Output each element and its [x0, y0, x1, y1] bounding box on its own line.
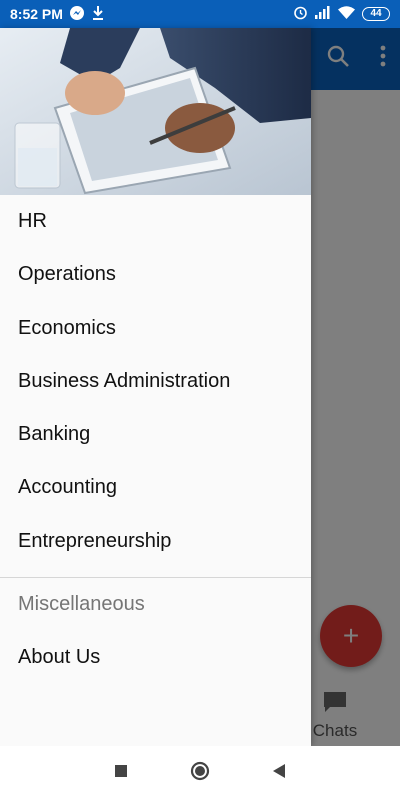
- wifi-icon: [338, 6, 355, 22]
- messenger-icon: [69, 5, 85, 24]
- status-left: 8:52 PM: [10, 5, 105, 24]
- drawer-menu: HR Operations Economics Business Adminis…: [0, 195, 311, 568]
- menu-item-hr[interactable]: HR: [0, 195, 311, 248]
- business-tablet-image: [0, 28, 311, 195]
- menu-item-operations[interactable]: Operations: [0, 248, 311, 301]
- menu-item-business-administration[interactable]: Business Administration: [0, 355, 311, 408]
- menu-item-economics[interactable]: Economics: [0, 302, 311, 355]
- back-triangle-icon[interactable]: [272, 763, 286, 784]
- system-nav-bar: [0, 746, 400, 800]
- alarm-icon: [293, 5, 308, 23]
- menu-item-accounting[interactable]: Accounting: [0, 461, 311, 514]
- signal-icon: [315, 6, 331, 22]
- recents-square-icon[interactable]: [114, 764, 128, 783]
- home-circle-icon[interactable]: [190, 761, 210, 786]
- section-header-miscellaneous: Miscellaneous: [18, 593, 145, 616]
- status-time: 8:52 PM: [10, 6, 63, 22]
- menu-item-banking[interactable]: Banking: [0, 408, 311, 461]
- battery-icon: 44: [362, 7, 390, 21]
- navigation-drawer: HR Operations Economics Business Adminis…: [0, 28, 311, 746]
- menu-item-entrepreneurship[interactable]: Entrepreneurship: [0, 515, 311, 568]
- drawer-header-image: [0, 28, 311, 195]
- menu-item-about-us[interactable]: About Us: [0, 631, 311, 684]
- status-right: 44: [293, 5, 390, 23]
- download-icon: [91, 5, 105, 24]
- status-bar: 8:52 PM 44: [0, 0, 400, 28]
